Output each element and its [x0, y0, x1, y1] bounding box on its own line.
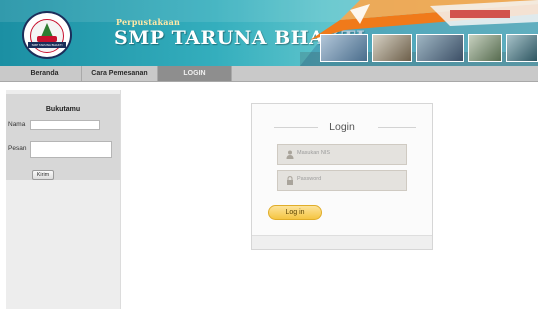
title-divider-right	[378, 127, 416, 128]
login-button[interactable]: Log in	[268, 205, 322, 220]
nav-item-cara-pemesanan[interactable]: Cara Pemesanan	[82, 66, 158, 81]
nav-item-beranda[interactable]: Beranda	[8, 66, 82, 81]
banner-photo	[468, 34, 502, 62]
message-textarea[interactable]	[30, 141, 112, 158]
banner-photo	[416, 34, 464, 62]
send-button[interactable]: Kirim	[32, 170, 54, 180]
banner-photo	[320, 34, 368, 62]
login-panel-footer	[252, 235, 432, 249]
user-icon	[286, 150, 294, 159]
page: SMP TARUNA BHAKTI Perpustakaan SMP TARUN…	[0, 0, 538, 309]
header-banner: SMP TARUNA BHAKTI Perpustakaan SMP TARUN…	[0, 0, 538, 66]
nis-placeholder: Masukan NIS	[297, 150, 331, 156]
sidebar: Bukutamu Nama Pesan Kirim	[6, 90, 121, 309]
guestbook-title: Bukutamu	[45, 106, 81, 113]
nav-item-login[interactable]: LOGIN	[158, 66, 232, 81]
logo-text: SMP TARUNA BHAKTI	[28, 42, 66, 48]
main-nav: Beranda Cara Pemesanan LOGIN	[0, 66, 538, 82]
guestbook-panel: Bukutamu Nama Pesan Kirim	[6, 94, 120, 180]
nis-field[interactable]: Masukan NIS	[277, 144, 407, 165]
name-label: Nama	[8, 121, 26, 128]
name-input[interactable]	[30, 120, 100, 130]
school-logo: SMP TARUNA BHAKTI	[22, 11, 72, 59]
password-placeholder: Password	[297, 176, 322, 182]
login-panel: Login Masukan NIS Password Log in	[251, 103, 433, 250]
password-field[interactable]: Password	[277, 170, 407, 191]
lock-icon	[287, 176, 293, 185]
message-label: Pesan	[8, 145, 27, 152]
banner-photo	[506, 34, 538, 62]
banner-photo	[372, 34, 412, 62]
site-subtitle: Perpustakaan	[116, 17, 181, 27]
